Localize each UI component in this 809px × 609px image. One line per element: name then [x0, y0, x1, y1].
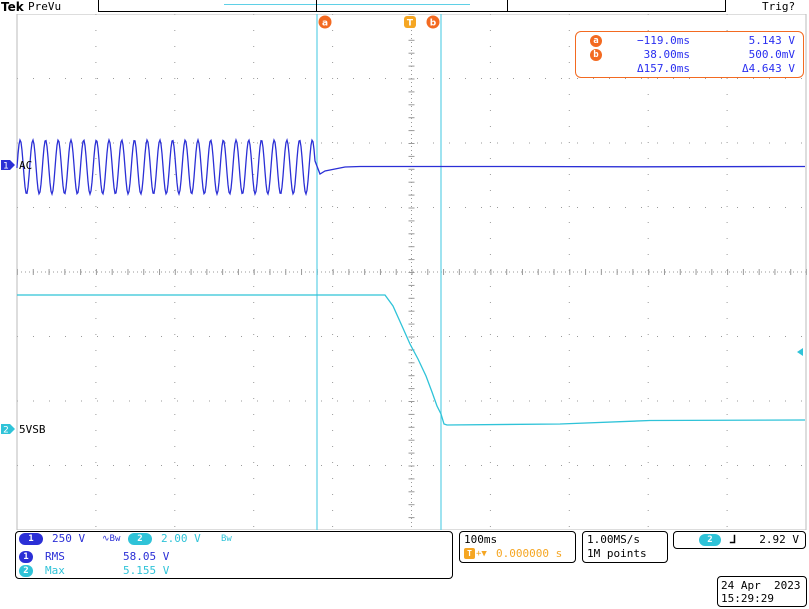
- measurement-2[interactable]: 2 Max 5.155 V: [16, 564, 452, 578]
- vertical-settings-panel[interactable]: 1 250 V ∿Bw 2 2.00 V Bw 1 RMS 58.05 V 2 …: [15, 531, 453, 579]
- readout-b-badge: b: [590, 49, 602, 61]
- record-view-bar[interactable]: [98, 0, 726, 12]
- meas2-value: 5.155 V: [123, 564, 170, 577]
- meas2-name: Max: [45, 564, 65, 577]
- cursor-a-time: −119.0ms: [637, 34, 690, 47]
- meas1-channel-badge: 1: [19, 551, 33, 563]
- ch1-trace: [16, 137, 806, 197]
- waveform-display[interactable]: a T b 1 AC 2 5VSB: [0, 14, 809, 530]
- ch1-marker[interactable]: 1: [1, 160, 15, 172]
- cursor-delta-time: Δ157.0ms: [637, 62, 690, 75]
- trigger-position-row: T +▼ 0.000000 s: [464, 547, 572, 561]
- acquisition-mode: PreVu: [28, 0, 62, 13]
- ch2-marker-number: 2: [3, 426, 9, 436]
- record-view-window: [224, 4, 470, 5]
- meas1-name: RMS: [45, 550, 65, 563]
- record-view-bracket-right: [507, 0, 508, 11]
- ch1-label: AC: [19, 159, 32, 172]
- cursor-b-marker-label: b: [430, 19, 437, 29]
- timebase-value: 100ms: [464, 533, 498, 546]
- ch2-coupling-icon: Bw: [221, 534, 232, 544]
- acquisition-panel[interactable]: 1.00MS/s 1M points: [582, 531, 668, 563]
- trigger-position-icon: T: [464, 548, 475, 559]
- timebase-panel[interactable]: 100ms T +▼ 0.000000 s: [459, 531, 576, 563]
- ch1-scale: 250 V: [52, 532, 86, 545]
- trigger-status: Trig?: [762, 0, 796, 13]
- meas1-value: 58.05 V: [123, 550, 170, 563]
- record-view-bracket-left: [316, 0, 317, 11]
- date: 24 Apr 2023: [721, 579, 801, 592]
- cursor-lines: [316, 14, 442, 530]
- cursor-b-time: 38.00ms: [643, 48, 690, 61]
- trigger-source-badge: 2: [699, 534, 721, 546]
- trigger-panel[interactable]: 2 ⅃ 2.92 V: [673, 531, 806, 549]
- ch2-offset-arrow-icon: [797, 348, 803, 356]
- cursor-a-marker-label: a: [322, 19, 328, 29]
- cursor-a-value: 5.143 V: [748, 34, 795, 47]
- meas2-channel-badge: 2: [19, 565, 33, 577]
- ch2-label: 5VSB: [19, 423, 46, 436]
- status-bar: Tek PreVu Trig?: [0, 0, 809, 14]
- readout-a-badge: a: [590, 35, 602, 47]
- ch1-coupling-icon: ∿Bw: [102, 534, 121, 544]
- time: 15:29:29: [721, 592, 774, 605]
- graticule: [16, 14, 807, 530]
- cursor-delta-value: Δ4.643 V: [742, 62, 795, 75]
- brand-logo: Tek: [1, 0, 24, 14]
- cursor-readout: a −119.0ms 5.143 V b 38.00ms 500.0mV Δ15…: [575, 31, 804, 78]
- ch1-scale-badge[interactable]: 1: [19, 533, 43, 545]
- trigger-level: 2.92 V: [759, 533, 799, 546]
- ch2-scale: 2.00 V: [161, 532, 201, 545]
- ch2-scale-badge[interactable]: 2: [128, 533, 152, 545]
- trigger-marker-label: T: [407, 19, 414, 29]
- delay-arrow-icon: +▼: [476, 549, 487, 559]
- trigger-slope-icon: ⅃: [730, 533, 737, 546]
- cursor-b-value: 500.0mV: [748, 48, 795, 61]
- measurement-1[interactable]: 1 RMS 58.05 V: [16, 550, 452, 564]
- sample-rate: 1.00MS/s: [587, 533, 640, 546]
- ch2-marker[interactable]: 2: [1, 424, 15, 436]
- date-time: 24 Apr 2023 15:29:29: [717, 576, 807, 607]
- record-length: 1M points: [587, 547, 647, 560]
- ch1-marker-number: 1: [3, 162, 9, 172]
- trigger-position: 0.000000 s: [496, 547, 563, 560]
- scale-row: 1 250 V ∿Bw 2 2.00 V Bw: [16, 532, 452, 546]
